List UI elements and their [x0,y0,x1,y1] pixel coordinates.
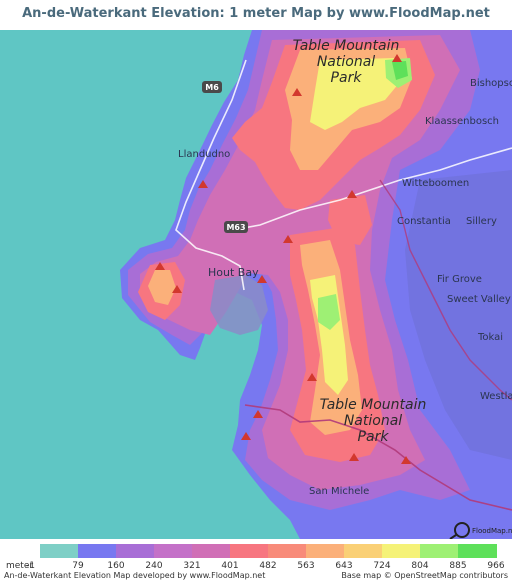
legend-tick-label: 240 [145,561,163,571]
legend-tick-label: -1 [26,561,35,571]
svg-text:Table Mountain: Table Mountain [293,38,400,54]
elevation-legend: meter -1 79 160 240 321 401 482 563 643 724 804 885… [0,539,512,582]
legend-swatch [230,544,269,558]
place-fir-grove: Fir Grove [437,274,482,285]
legend-tick-label: 482 [259,561,277,571]
legend-tick-label: 885 [449,561,467,571]
svg-text:Park: Park [358,429,390,445]
legend-tick-label: 643 [335,561,353,571]
legend-tick-label: 160 [107,561,125,571]
elevation-map-canvas[interactable]: M6 M63 Table Mountain National Park Tabl… [0,30,512,540]
legend-tick-label: 401 [221,561,239,571]
legend-tick-label: 724 [373,561,391,571]
legend-swatch [344,544,383,558]
map-title: An-de-Waterkant Elevation: 1 meter Map b… [0,0,512,49]
legend-tick-label: 79 [72,561,84,571]
place-bishopscourt: Bishopsc [470,78,512,89]
place-hout-bay: Hout Bay [208,266,259,279]
legend-swatch [116,544,155,558]
legend-swatch [420,544,459,558]
legend-swatch [78,544,117,558]
place-san-michele: San Michele [309,486,369,497]
svg-text:Table Mountain: Table Mountain [320,397,427,413]
svg-text:M63: M63 [226,223,245,232]
place-tokai: Tokai [477,332,503,343]
legend-tick-label: 804 [411,561,429,571]
footer-credit: An-de-Waterkant Elevation Map developed … [4,571,266,580]
legend-swatch [192,544,231,558]
route-shield-m6: M6 [202,81,222,93]
legend-tick-label: 563 [297,561,315,571]
legend-tick-label: 966 [487,561,505,571]
svg-text:FloodMap.net: FloodMap.net [472,527,512,535]
svg-text:National: National [317,54,375,70]
place-constantia: Constantia [397,216,451,227]
legend-swatch [458,544,497,558]
legend-swatch [40,544,79,558]
route-shield-m63: M63 [224,221,248,233]
elevation-map[interactable]: M6 M63 Table Mountain National Park Tabl… [0,30,512,540]
svg-text:Park: Park [331,70,363,86]
place-westlake: Westla [480,391,512,402]
place-llandudno: Llandudno [178,149,230,160]
place-sweet-valley: Sweet Valley [447,294,511,305]
place-witteboomen: Witteboomen [402,178,469,189]
legend-swatch [382,544,421,558]
svg-text:M6: M6 [205,83,219,92]
footer-osm-credit: Base map © OpenStreetMap contributors [341,571,508,580]
legend-swatch [306,544,345,558]
place-sillery: Sillery [466,216,497,227]
legend-swatch [268,544,307,558]
place-klaassenbosch: Klaassenbosch [425,116,499,127]
svg-text:National: National [344,413,402,429]
legend-swatch [154,544,193,558]
legend-tick-label: 321 [183,561,201,571]
